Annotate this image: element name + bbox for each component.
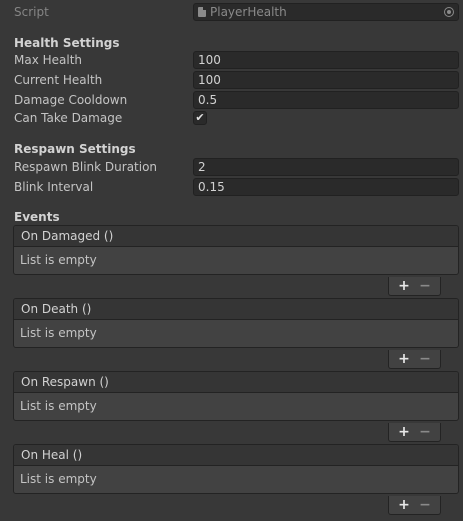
add-icon[interactable]: + [398, 278, 410, 294]
add-icon[interactable]: + [398, 497, 410, 513]
current-health-field[interactable]: 100 [193, 71, 459, 89]
script-object-field[interactable]: PlayerHealth [193, 3, 459, 21]
health-settings-header: Health Settings [14, 36, 120, 50]
on-damaged-event-list: On Damaged () List is empty [13, 225, 459, 275]
object-picker-icon[interactable] [444, 7, 454, 17]
on-heal-add-remove: + − [388, 496, 441, 515]
damage-cooldown-field[interactable]: 0.5 [193, 91, 459, 109]
remove-icon[interactable]: − [419, 278, 431, 294]
on-death-event-title: On Death () [14, 299, 458, 320]
can-take-damage-checkbox[interactable]: ✔ [193, 111, 207, 125]
respawn-blink-duration-field[interactable]: 2 [193, 158, 459, 176]
respawn-settings-header: Respawn Settings [14, 142, 136, 156]
on-death-add-remove: + − [388, 350, 441, 369]
can-take-damage-label: Can Take Damage [14, 111, 123, 125]
max-health-label: Max Health [14, 53, 83, 67]
on-heal-event-list: On Heal () List is empty [13, 444, 459, 494]
remove-icon[interactable]: − [419, 351, 431, 367]
on-heal-empty-text: List is empty [20, 472, 97, 486]
script-label: Script [14, 5, 49, 19]
on-respawn-add-remove: + − [388, 423, 441, 442]
on-respawn-empty-text: List is empty [20, 399, 97, 413]
remove-icon[interactable]: − [419, 497, 431, 513]
add-icon[interactable]: + [398, 424, 410, 440]
on-respawn-event-title: On Respawn () [14, 372, 458, 393]
current-health-label: Current Health [14, 73, 103, 87]
on-damaged-empty-text: List is empty [20, 253, 97, 267]
blink-interval-label: Blink Interval [14, 180, 94, 194]
on-death-event-list: On Death () List is empty [13, 298, 459, 348]
remove-icon[interactable]: − [419, 424, 431, 440]
on-damaged-add-remove: + − [388, 277, 441, 296]
on-damaged-event-title: On Damaged () [14, 226, 458, 247]
events-header: Events [14, 210, 60, 224]
blink-interval-field[interactable]: 0.15 [193, 178, 459, 196]
script-file-icon [198, 7, 206, 17]
inspector-panel: Script PlayerHealth Health Settings Max … [0, 0, 463, 521]
on-death-empty-text: List is empty [20, 326, 97, 340]
damage-cooldown-label: Damage Cooldown [14, 93, 128, 107]
respawn-blink-duration-label: Respawn Blink Duration [14, 160, 158, 174]
max-health-field[interactable]: 100 [193, 51, 459, 69]
add-icon[interactable]: + [398, 351, 410, 367]
on-heal-event-title: On Heal () [14, 445, 458, 466]
script-object-name: PlayerHealth [210, 5, 287, 19]
on-respawn-event-list: On Respawn () List is empty [13, 371, 459, 421]
